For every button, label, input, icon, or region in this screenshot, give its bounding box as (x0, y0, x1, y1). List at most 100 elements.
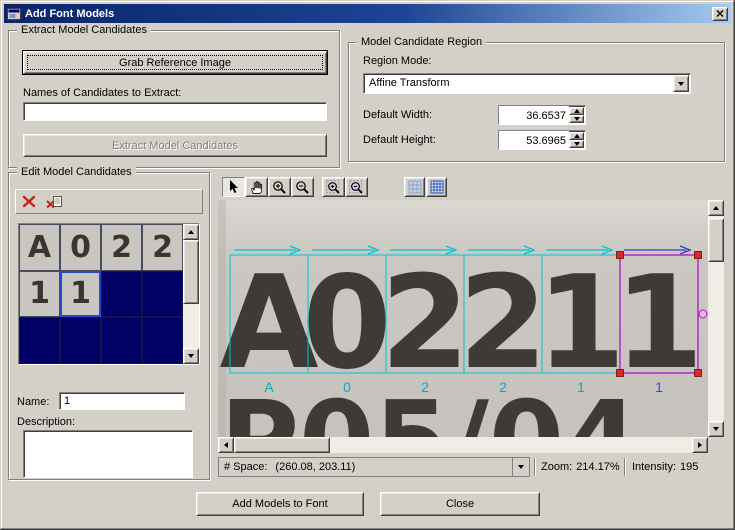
add-models-to-font-button[interactable]: Add Models to Font (196, 492, 364, 516)
zoom-fit-icon (349, 179, 363, 194)
pointer-icon (230, 180, 238, 193)
scrollbar-track[interactable] (708, 216, 724, 421)
region-group: Model Candidate Region Region Mode: Affi… (348, 36, 725, 162)
image-character: 2 (380, 249, 469, 398)
model-name-input[interactable] (59, 392, 185, 410)
resize-handle[interactable] (616, 369, 624, 377)
scrollbar-thumb[interactable] (234, 437, 330, 453)
intensity-value: 195 (680, 461, 699, 473)
model-thumbnail: 1 (29, 276, 50, 312)
close-button[interactable]: Close (380, 492, 540, 516)
image-character: 2 (458, 249, 547, 398)
default-height-input[interactable] (499, 131, 569, 149)
width-spin-up-button[interactable] (569, 107, 584, 115)
model-thumbnail: A (27, 229, 52, 265)
candidate-names-input[interactable] (23, 102, 327, 121)
image-viewport[interactable]: A 0 2 2 1 1 P05/04 (218, 200, 708, 504)
space-label: # Space: (224, 461, 268, 473)
scroll-up-icon[interactable] (183, 224, 199, 240)
width-spin-down-button[interactable] (569, 115, 584, 123)
delete-model-button[interactable] (20, 194, 38, 209)
scroll-up-icon[interactable] (708, 200, 724, 216)
image-text-row: A 0 2 2 1 1 (219, 249, 703, 398)
default-width-label: Default Width: (363, 109, 433, 121)
hand-icon (251, 180, 263, 194)
grab-reference-image-button[interactable]: Grab Reference Image (23, 51, 327, 74)
chevron-down-icon[interactable] (673, 75, 689, 92)
candidate-label-selected: 1 (655, 379, 663, 395)
model-cell[interactable]: 2 (142, 224, 183, 271)
resize-handle[interactable] (694, 251, 702, 259)
model-cell-empty[interactable] (142, 270, 183, 318)
space-readout: # Space: (260.08, 203.11) (219, 461, 512, 473)
rotate-handle[interactable] (698, 309, 708, 319)
scrollbar-track[interactable] (183, 240, 199, 348)
model-cell-empty[interactable] (60, 317, 101, 364)
model-cell-empty[interactable] (19, 317, 60, 364)
scrollbar-thumb[interactable] (183, 240, 199, 304)
scroll-down-icon[interactable] (708, 421, 724, 437)
intensity-readout: Intensity: 195 (632, 461, 698, 473)
region-mode-value: Affine Transform (369, 77, 450, 89)
model-name-label: Name: (17, 396, 50, 408)
scroll-down-icon[interactable] (183, 348, 199, 364)
title-bar[interactable]: Add Font Models (4, 4, 731, 23)
extract-model-candidates-button[interactable]: Extract Model Candidates (23, 134, 327, 157)
scroll-left-icon[interactable] (218, 437, 234, 453)
pan-tool-button[interactable] (245, 177, 268, 197)
zoom-readout: Zoom: 214.17% (541, 461, 620, 473)
model-cell[interactable]: 0 (60, 224, 101, 271)
viewer-horizontal-scrollbar[interactable] (218, 437, 708, 453)
model-description-label: Description: (17, 416, 76, 428)
region-mode-select[interactable]: Affine Transform (363, 73, 691, 94)
delete-icon (22, 195, 36, 208)
grid-toggle-button[interactable] (404, 177, 425, 197)
model-thumbnail: 2 (152, 229, 173, 265)
close-icon[interactable] (712, 6, 728, 21)
model-candidate-grid: A 0 2 2 1 1 (18, 223, 200, 365)
default-width-input[interactable] (499, 106, 569, 124)
zoom-fit-button[interactable] (345, 177, 368, 197)
image-canvas[interactable]: A 0 2 2 1 1 P05/04 (218, 200, 708, 504)
scroll-right-icon[interactable] (692, 437, 708, 453)
model-thumbnail: 2 (111, 229, 132, 265)
candidate-label: 2 (499, 379, 507, 395)
space-selector[interactable]: # Space: (260.08, 203.11) (218, 457, 530, 477)
extract-group-title: Extract Model Candidates (17, 24, 151, 36)
app-icon (7, 7, 21, 21)
zoom-out-button[interactable] (291, 177, 314, 197)
zoom-window-button[interactable] (322, 177, 345, 197)
model-cell[interactable]: A (19, 224, 60, 271)
zoom-in-icon (273, 180, 286, 194)
default-width-stepper[interactable] (498, 105, 586, 125)
delete-all-models-button[interactable] (44, 194, 65, 210)
height-spin-down-button[interactable] (569, 140, 584, 148)
model-cell-empty[interactable] (101, 317, 142, 364)
zoom-value: 214.17% (576, 461, 620, 473)
zoom-out-icon (296, 180, 309, 194)
model-cell-empty[interactable] (101, 270, 142, 318)
height-spin-up-button[interactable] (569, 132, 584, 140)
scrollbar-thumb[interactable] (708, 218, 724, 262)
model-cell[interactable]: 2 (101, 224, 142, 271)
model-cell[interactable]: 1 (19, 270, 60, 318)
fine-grid-toggle-button[interactable] (426, 177, 447, 197)
model-thumbnail: 0 (70, 229, 91, 265)
pointer-tool-button[interactable] (222, 177, 245, 197)
model-grid-scrollbar[interactable] (183, 224, 199, 364)
zoom-in-button[interactable] (268, 177, 291, 197)
model-cell-selected[interactable]: 1 (60, 270, 101, 318)
model-cell-empty[interactable] (142, 317, 183, 364)
default-height-label: Default Height: (363, 134, 436, 146)
chevron-down-icon[interactable] (512, 458, 529, 476)
default-height-stepper[interactable] (498, 130, 586, 150)
model-description-input[interactable] (23, 430, 193, 478)
resize-handle[interactable] (694, 369, 702, 377)
add-font-models-dialog: Add Font Models Extract Model Candidates… (0, 0, 735, 530)
model-thumbnail: 1 (70, 276, 91, 312)
resize-handle[interactable] (616, 251, 624, 259)
viewer-vertical-scrollbar[interactable] (708, 200, 724, 437)
edit-group: Edit Model Candidates A 0 2 2 1 1 Name: … (8, 166, 210, 480)
status-separator (534, 458, 536, 476)
scrollbar-track[interactable] (234, 437, 692, 453)
